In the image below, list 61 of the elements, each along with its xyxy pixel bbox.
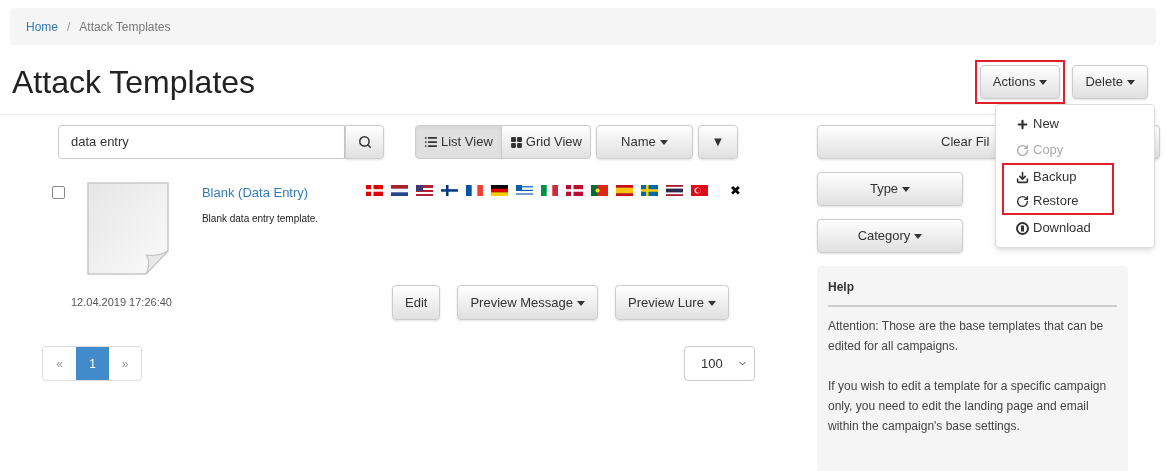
caret-icon	[1127, 79, 1135, 85]
caret-icon	[577, 300, 585, 306]
flag-icon	[665, 185, 683, 196]
menu-item[interactable]: Restore	[1002, 189, 1114, 215]
caret-icon	[659, 140, 668, 146]
caret-icon	[902, 187, 911, 193]
category-filter-button[interactable]: Category	[817, 219, 963, 253]
download-icon	[1016, 170, 1029, 184]
menu-item[interactable]: Download	[1002, 215, 1114, 241]
menu-item[interactable]: Backup	[1002, 163, 1114, 189]
breadcrumb-separator: /	[66, 18, 72, 36]
remove-symbol[interactable]: ✖	[729, 185, 741, 197]
search-input[interactable]: data entry	[71, 132, 332, 152]
flag-icon	[515, 185, 533, 196]
flag-icon	[365, 185, 383, 196]
help-text: If you wish to edit a template for a specific campaign only, you need to edit the landing page and email within the campaign's base settings.	[828, 378, 1108, 435]
blank-page-icon	[86, 181, 171, 276]
flag-icon	[640, 185, 658, 196]
list-icon	[424, 135, 438, 149]
caret-icon	[707, 300, 716, 306]
search-icon	[357, 135, 372, 149]
flag-icon	[390, 185, 408, 196]
flag-icon	[615, 185, 633, 196]
grid-icon	[509, 135, 523, 149]
plus-icon	[1016, 117, 1029, 131]
refresh-icon	[1016, 194, 1029, 208]
sort-direction-button[interactable]: ▼	[697, 125, 738, 159]
view-tab[interactable]: List View	[415, 125, 502, 159]
flag-icon	[440, 185, 458, 196]
edit-button[interactable]: Edit	[392, 285, 441, 320]
template-name-link[interactable]: Blank (Data Entry)	[201, 183, 362, 203]
template-checkbox[interactable]	[52, 186, 65, 199]
dropdown-button[interactable]: Delete	[1072, 64, 1148, 99]
dropdown-button[interactable]: Actions	[979, 64, 1061, 99]
flag-icon	[490, 185, 508, 196]
page-link[interactable]: 1	[76, 347, 109, 380]
flag-icon	[565, 185, 583, 196]
sort-button[interactable]: Name	[595, 125, 693, 159]
type-filter-button[interactable]: Type	[817, 172, 963, 206]
template-description: Blank data entry template.	[201, 211, 320, 226]
search-button[interactable]	[345, 125, 384, 159]
flag-icon	[415, 185, 433, 196]
dropdown-button[interactable]: Preview Message	[457, 285, 598, 320]
help-title: Help	[828, 278, 1117, 307]
flag-icon	[540, 185, 558, 196]
refresh-icon	[1016, 143, 1029, 157]
circle-icon	[1016, 221, 1029, 235]
template-date: 12.04.2019 17:26:40	[71, 295, 172, 310]
flag-icon	[590, 185, 608, 196]
caret-icon	[1039, 79, 1048, 85]
flag-icon	[465, 185, 483, 196]
page-size-select[interactable]: 100	[684, 346, 755, 381]
dropdown-button[interactable]: Preview Lure	[615, 285, 729, 320]
view-tab[interactable]: Grid View	[500, 125, 591, 159]
breadcrumb-current: Attack Templates	[79, 18, 171, 36]
flag-icon	[690, 185, 708, 196]
breadcrumb-link[interactable]: Home	[26, 17, 58, 36]
search-field[interactable]: data entry	[58, 125, 345, 159]
caret-icon	[914, 234, 923, 240]
page-title: Attack Templates	[11, 62, 256, 102]
help-text: Attention: Those are the base templates that can be edited for all campaigns.	[828, 318, 1105, 355]
